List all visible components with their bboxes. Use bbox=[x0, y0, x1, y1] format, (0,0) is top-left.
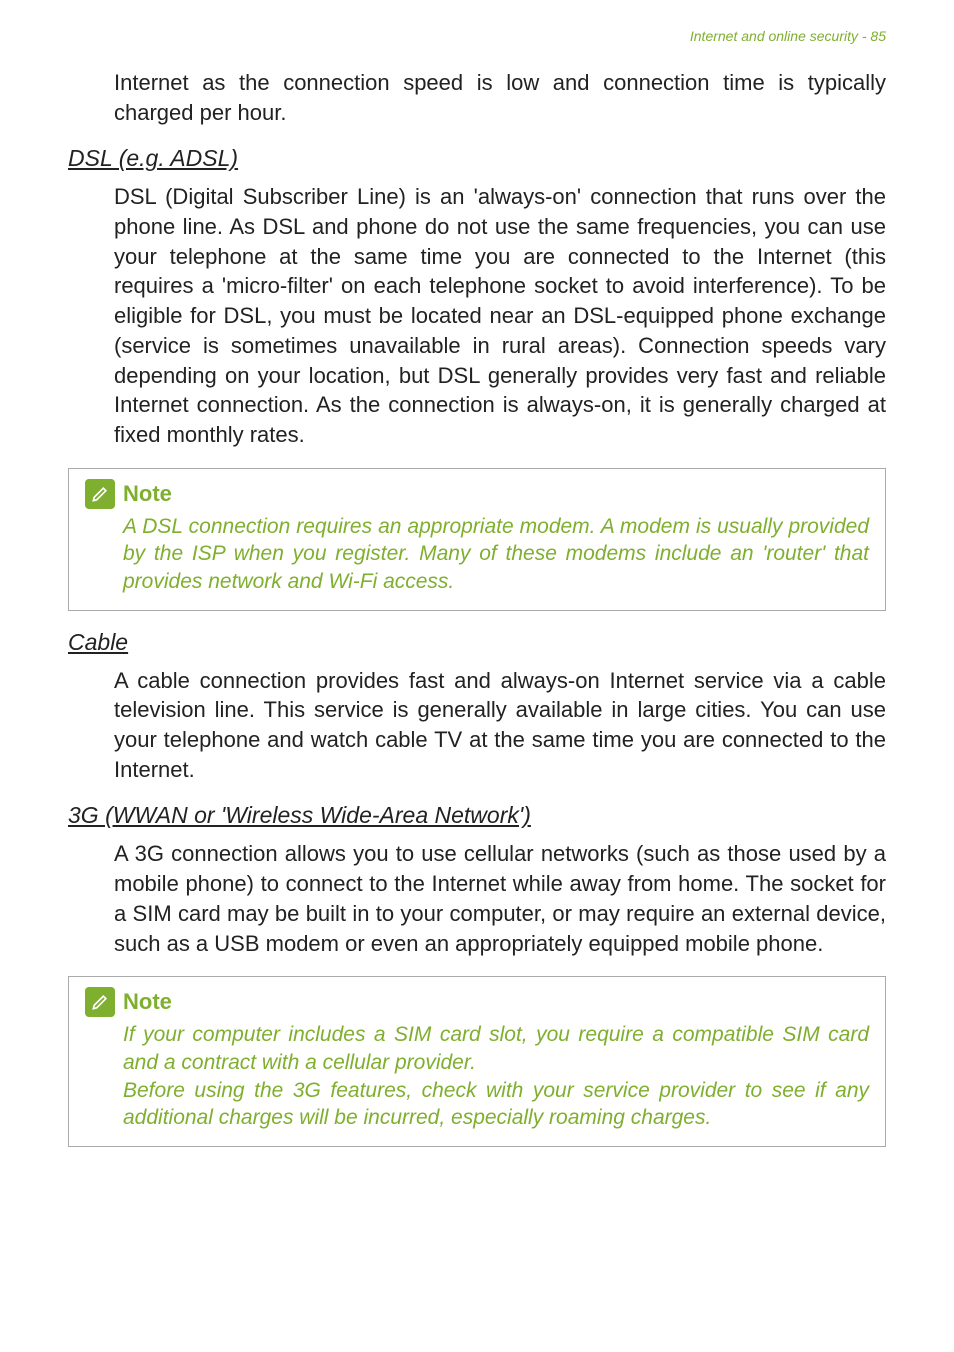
note-title: Note bbox=[123, 481, 172, 507]
pencil-icon bbox=[85, 987, 115, 1017]
note-box-wwan: Note If your computer includes a SIM car… bbox=[68, 976, 886, 1147]
note-header: Note bbox=[85, 479, 869, 509]
section-heading-dsl: DSL (e.g. ADSL) bbox=[68, 145, 886, 172]
section-body-cable: A cable connection provides fast and alw… bbox=[114, 666, 886, 785]
note-title: Note bbox=[123, 989, 172, 1015]
note-body-wwan: If your computer includes a SIM card slo… bbox=[123, 1021, 869, 1132]
pencil-icon bbox=[85, 479, 115, 509]
note-body-line1: If your computer includes a SIM card slo… bbox=[123, 1021, 869, 1076]
page-header-right: Internet and online security - 85 bbox=[68, 28, 886, 44]
section-body-wwan: A 3G connection allows you to use cellul… bbox=[114, 839, 886, 958]
page: Internet and online security - 85 Intern… bbox=[0, 0, 954, 1352]
note-body-line2: Before using the 3G features, check with… bbox=[123, 1077, 869, 1132]
section-body-dsl: DSL (Digital Subscriber Line) is an 'alw… bbox=[114, 182, 886, 449]
section-heading-cable: Cable bbox=[68, 629, 886, 656]
note-header: Note bbox=[85, 987, 869, 1017]
section-heading-wwan: 3G (WWAN or 'Wireless Wide-Area Network'… bbox=[68, 802, 886, 829]
note-body-dsl: A DSL connection requires an appropriate… bbox=[123, 513, 869, 596]
intro-paragraph: Internet as the connection speed is low … bbox=[114, 68, 886, 127]
note-box-dsl: Note A DSL connection requires an approp… bbox=[68, 468, 886, 611]
